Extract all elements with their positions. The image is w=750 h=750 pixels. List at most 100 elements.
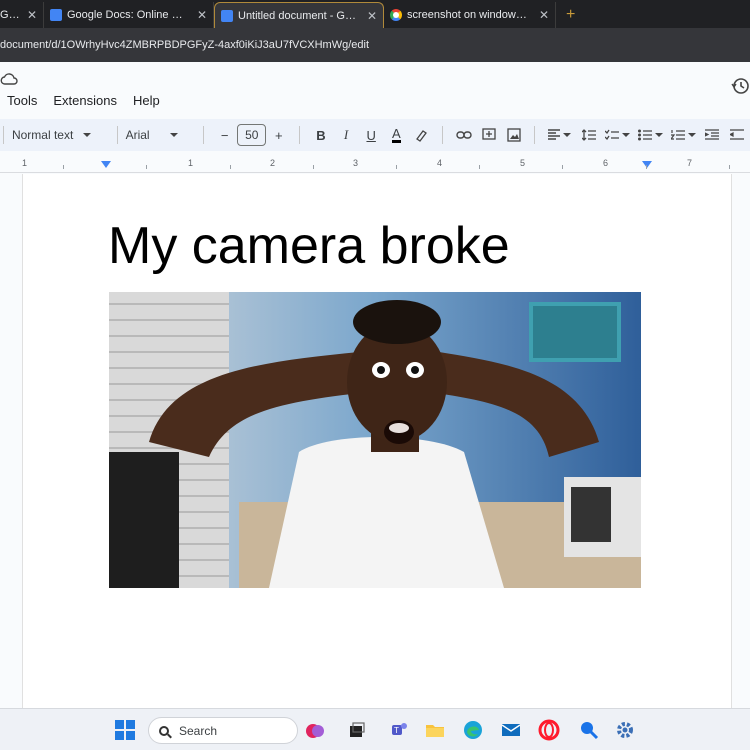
- file-explorer-button[interactable]: [422, 717, 448, 743]
- insert-image-button[interactable]: [501, 123, 526, 147]
- edge-icon: [464, 721, 482, 739]
- chevron-down-icon: [622, 133, 631, 137]
- image-icon: [507, 128, 521, 142]
- browser-tab-strip: Google ✕ Google Docs: Online Document ✕ …: [0, 0, 750, 28]
- chevron-down-icon: [655, 133, 664, 137]
- ruler-tick: [230, 165, 231, 169]
- gear-icon: [617, 722, 633, 738]
- highlighter-icon: [416, 130, 428, 142]
- edge-button[interactable]: [460, 717, 486, 743]
- insert-link-button[interactable]: [451, 123, 476, 147]
- add-comment-button[interactable]: [476, 123, 501, 147]
- browser-tab[interactable]: Google ✕: [0, 2, 44, 28]
- folder-icon: [426, 725, 444, 737]
- ruler-tick: [396, 165, 397, 169]
- ruler-label: 7: [687, 158, 693, 168]
- link-icon: [455, 131, 472, 139]
- docs-header: Tools Extensions Help: [0, 62, 750, 116]
- task-view-button[interactable]: [344, 717, 370, 743]
- fruit-widget-icon: [306, 724, 324, 738]
- ruler-tick: [313, 165, 314, 169]
- menu-extensions[interactable]: Extensions: [53, 93, 117, 108]
- close-tab-icon[interactable]: ✕: [367, 9, 377, 23]
- address-bar[interactable]: document/d/1OWrhyHvc4ZMBRPBDPGFyZ-4axf0i…: [0, 28, 750, 62]
- search-icon: [159, 725, 169, 736]
- ruler-label: 3: [353, 158, 359, 168]
- italic-button[interactable]: I: [333, 123, 358, 147]
- menu-tools[interactable]: Tools: [7, 93, 37, 108]
- photos-button[interactable]: [576, 717, 602, 743]
- menu-bar: Tools Extensions Help: [7, 93, 160, 108]
- start-button[interactable]: [112, 717, 138, 743]
- align-dropdown[interactable]: [543, 123, 576, 147]
- tab-title: Google: [0, 9, 19, 21]
- font-dropdown[interactable]: Arial: [126, 128, 196, 142]
- bold-button[interactable]: B: [308, 123, 333, 147]
- toolbar-divider: [534, 126, 536, 144]
- google-docs-icon: [221, 9, 233, 22]
- increase-indent-button[interactable]: [725, 123, 750, 147]
- new-tab-button[interactable]: +: [556, 2, 585, 28]
- right-indent-marker[interactable]: [642, 161, 652, 168]
- opera-button[interactable]: [536, 717, 562, 743]
- ruler-label: 2: [270, 158, 276, 168]
- decrease-font-size-button[interactable]: −: [212, 123, 237, 147]
- checklist-dropdown[interactable]: [601, 123, 634, 147]
- toolbar-divider: [116, 126, 118, 144]
- ruler-tick: [63, 165, 64, 169]
- font-size-input[interactable]: 50: [237, 124, 267, 146]
- search-label: Search: [179, 723, 218, 738]
- task-view-icon: [350, 722, 365, 737]
- search-app-icon: [581, 722, 599, 740]
- opera-icon: [538, 719, 560, 741]
- bulleted-list-dropdown[interactable]: [634, 123, 667, 147]
- mail-button[interactable]: [498, 717, 524, 743]
- taskbar-search[interactable]: Search: [148, 717, 298, 744]
- menu-help[interactable]: Help: [133, 93, 160, 108]
- ruler-tick: [646, 165, 647, 169]
- paragraph-style-value: Normal text: [11, 128, 74, 142]
- version-history-icon[interactable]: [730, 76, 750, 96]
- browser-tab[interactable]: Google Docs: Online Document ✕: [44, 2, 214, 28]
- windows-taskbar: Search T: [0, 708, 750, 750]
- close-tab-icon[interactable]: ✕: [539, 8, 549, 22]
- decrease-indent-button[interactable]: [700, 123, 725, 147]
- tab-title: Google Docs: Online Document: [67, 9, 189, 21]
- document-heading[interactable]: My camera broke: [108, 216, 510, 276]
- line-spacing-button[interactable]: [576, 123, 601, 147]
- indent-icon: [730, 129, 745, 140]
- text-color-button[interactable]: A: [384, 123, 409, 147]
- url-text[interactable]: document/d/1OWrhyHvc4ZMBRPBDPGFyZ-4axf0i…: [0, 39, 369, 51]
- widgets-button[interactable]: [302, 717, 328, 743]
- settings-button[interactable]: [612, 717, 638, 743]
- highlight-button[interactable]: [409, 123, 434, 147]
- indent-icon: [705, 129, 720, 140]
- inserted-photo[interactable]: [109, 292, 641, 588]
- ruler-label: 5: [520, 158, 526, 168]
- left-indent-marker[interactable]: [101, 161, 111, 168]
- ruler[interactable]: 1 1 2 3 4 5 6 7: [0, 153, 750, 173]
- toolbar-divider: [3, 126, 4, 144]
- text-color-icon: A: [391, 125, 401, 143]
- browser-tab-active[interactable]: Untitled document - Google Docs ✕: [214, 2, 384, 28]
- document-canvas: My camera broke: [0, 174, 750, 708]
- teams-button[interactable]: T: [386, 717, 412, 743]
- paragraph-style-dropdown[interactable]: Normal text: [12, 128, 109, 142]
- font-value: Arial: [125, 128, 150, 142]
- windows-logo-icon: [115, 720, 135, 740]
- teams-icon: T: [392, 723, 407, 735]
- toolbar-divider: [299, 126, 301, 144]
- underline-button[interactable]: U: [359, 123, 384, 147]
- numbered-list-dropdown[interactable]: [667, 123, 700, 147]
- ruler-label: 4: [437, 158, 443, 168]
- close-tab-icon[interactable]: ✕: [197, 8, 207, 22]
- chevron-down-icon: [83, 133, 92, 137]
- document-page[interactable]: My camera broke: [22, 174, 732, 708]
- bulleted-list-icon: [638, 129, 653, 141]
- close-tab-icon[interactable]: ✕: [27, 8, 37, 22]
- browser-tab[interactable]: screenshot on windows - Google ✕: [384, 2, 556, 28]
- chevron-down-icon: [687, 133, 696, 137]
- ruler-label: 1: [22, 158, 28, 168]
- increase-font-size-button[interactable]: +: [266, 123, 291, 147]
- cloud-saved-icon: [0, 73, 18, 85]
